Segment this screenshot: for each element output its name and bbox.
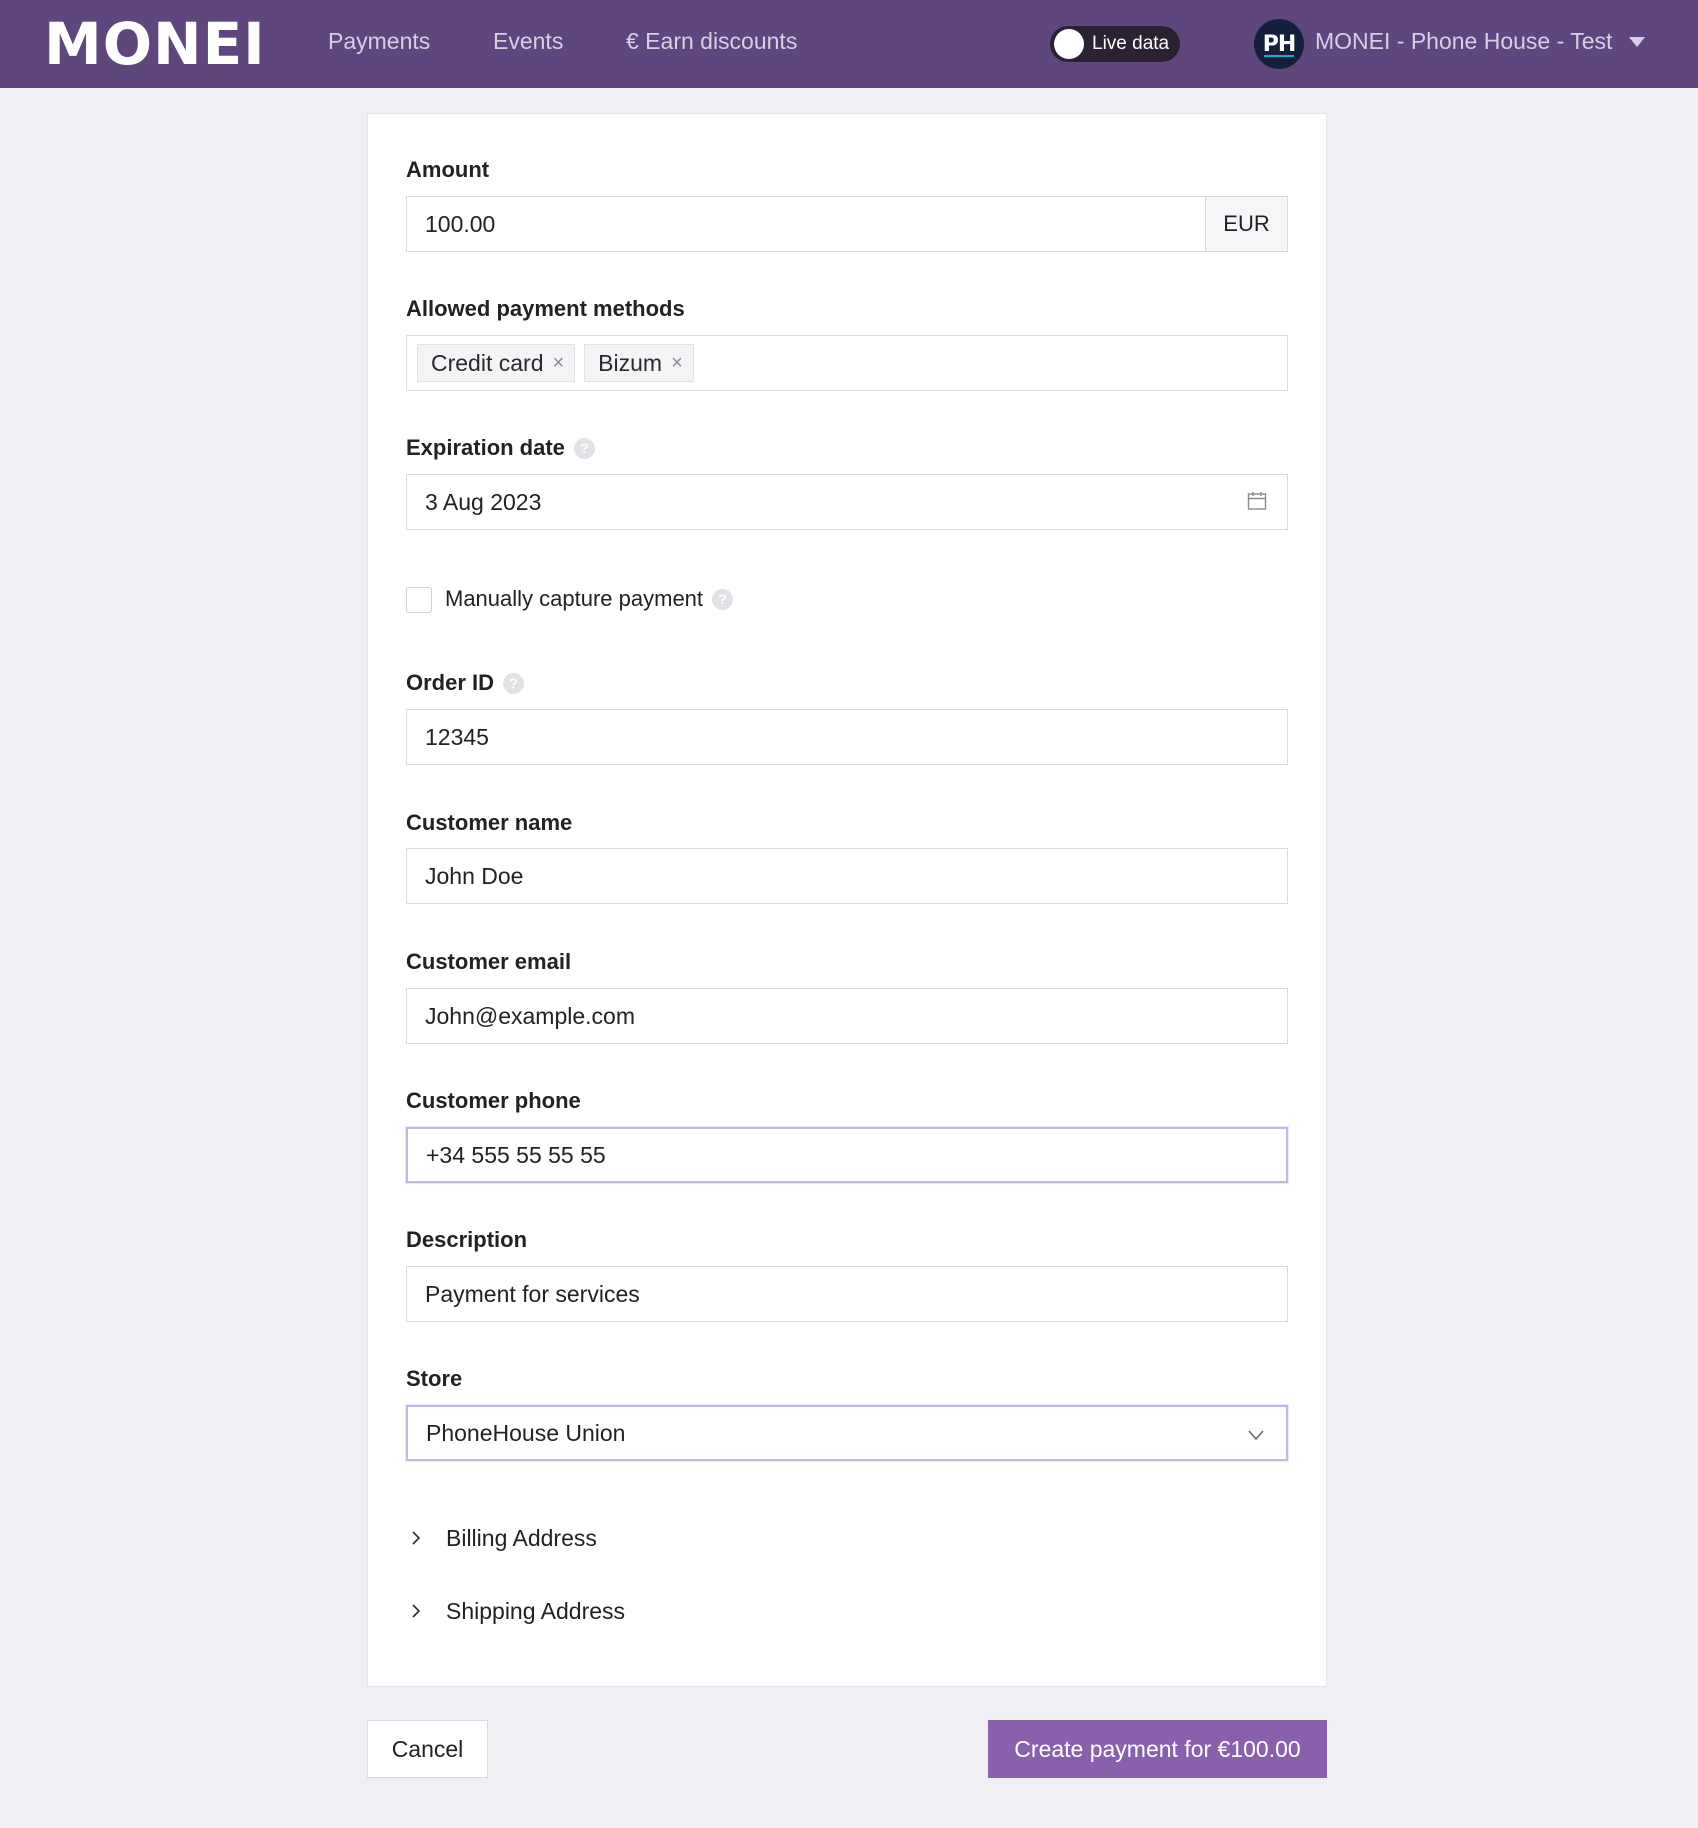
customer-name-input[interactable]: John Doe [406,848,1288,904]
payment-methods-label: Allowed payment methods [406,295,685,323]
description-value: Payment for services [425,1280,640,1307]
chevron-down-icon [1248,1430,1264,1441]
monei-logo[interactable]: MONEI [44,14,266,74]
expiration-date-label: Expiration date ? [406,434,595,462]
nav-earn-discounts[interactable]: € Earn discounts [626,26,797,56]
account-avatar[interactable]: PH [1254,19,1304,69]
create-payment-button[interactable]: Create payment for €100.00 [988,1720,1327,1778]
customer-email-input[interactable]: John@example.com [406,988,1288,1044]
order-id-input[interactable]: 12345 [406,709,1288,765]
customer-name-value: John Doe [425,862,524,889]
payment-methods-select[interactable]: Credit card × Bizum × [406,335,1288,391]
customer-phone-label-text: Customer phone [406,1088,581,1113]
shipping-address-toggle[interactable]: Shipping Address [406,1596,625,1626]
amount-value: 100.00 [425,210,496,237]
close-icon[interactable]: × [552,353,564,373]
manual-capture-label-text: Manually capture payment [445,586,704,611]
expiration-date-label-text: Expiration date [406,435,565,460]
billing-address-toggle[interactable]: Billing Address [406,1523,597,1553]
shipping-address-label: Shipping Address [446,1598,626,1624]
order-id-label-text: Order ID [406,670,495,695]
customer-name-label: Customer name [406,809,572,837]
customer-email-label: Customer email [406,948,571,976]
close-icon[interactable]: × [671,353,683,373]
help-icon[interactable]: ? [573,437,595,459]
billing-address-label: Billing Address [446,1525,597,1551]
nav-events[interactable]: Events [493,26,563,56]
account-name[interactable]: MONEI - Phone House - Test [1315,26,1612,56]
tag-label: Bizum [598,349,663,376]
calendar-icon[interactable] [1247,491,1267,511]
caret-down-icon[interactable] [1629,37,1645,47]
description-input[interactable]: Payment for services [406,1266,1288,1322]
cancel-button[interactable]: Cancel [367,1720,488,1778]
tag-bizum: Bizum × [584,344,694,382]
amount-label: Amount [406,156,489,184]
description-label: Description [406,1226,527,1254]
tag-label: Credit card [431,349,544,376]
top-navigation-bar: MONEI Payments Events € Earn discounts L… [0,0,1698,88]
tag-credit-card: Credit card × [417,344,576,382]
amount-input[interactable]: 100.00 EUR [406,196,1288,252]
manual-capture-checkbox[interactable] [406,587,432,613]
customer-email-value: John@example.com [425,1002,635,1029]
customer-name-label-text: Customer name [406,810,573,835]
store-label: Store [406,1365,462,1393]
payment-methods-label-text: Allowed payment methods [406,296,685,321]
customer-phone-label: Customer phone [406,1087,581,1115]
live-data-toggle[interactable]: Live data [1050,26,1180,62]
order-id-value: 12345 [425,723,489,750]
store-select[interactable]: PhoneHouse Union [406,1405,1288,1461]
amount-label-text: Amount [406,157,490,182]
help-icon[interactable]: ? [503,672,525,694]
customer-phone-input[interactable]: +34 555 55 55 55 [406,1127,1288,1183]
chevron-right-icon [412,1531,421,1545]
customer-email-label-text: Customer email [406,949,572,974]
order-id-label: Order ID ? [406,669,525,697]
expiration-date-value: 3 Aug 2023 [425,488,542,515]
help-icon[interactable]: ? [712,588,734,610]
chevron-right-icon [412,1604,421,1618]
description-label-text: Description [406,1227,528,1252]
nav-payments[interactable]: Payments [328,26,430,56]
toggle-knob [1054,29,1084,59]
currency-addon: EUR [1205,197,1287,251]
store-value: PhoneHouse Union [426,1419,626,1446]
customer-phone-value: +34 555 55 55 55 [426,1141,606,1168]
live-data-label: Live data [1092,33,1170,54]
manual-capture-label: Manually capture payment ? [445,585,734,613]
store-label-text: Store [406,1366,463,1391]
expiration-date-picker[interactable]: 3 Aug 2023 [406,474,1288,530]
